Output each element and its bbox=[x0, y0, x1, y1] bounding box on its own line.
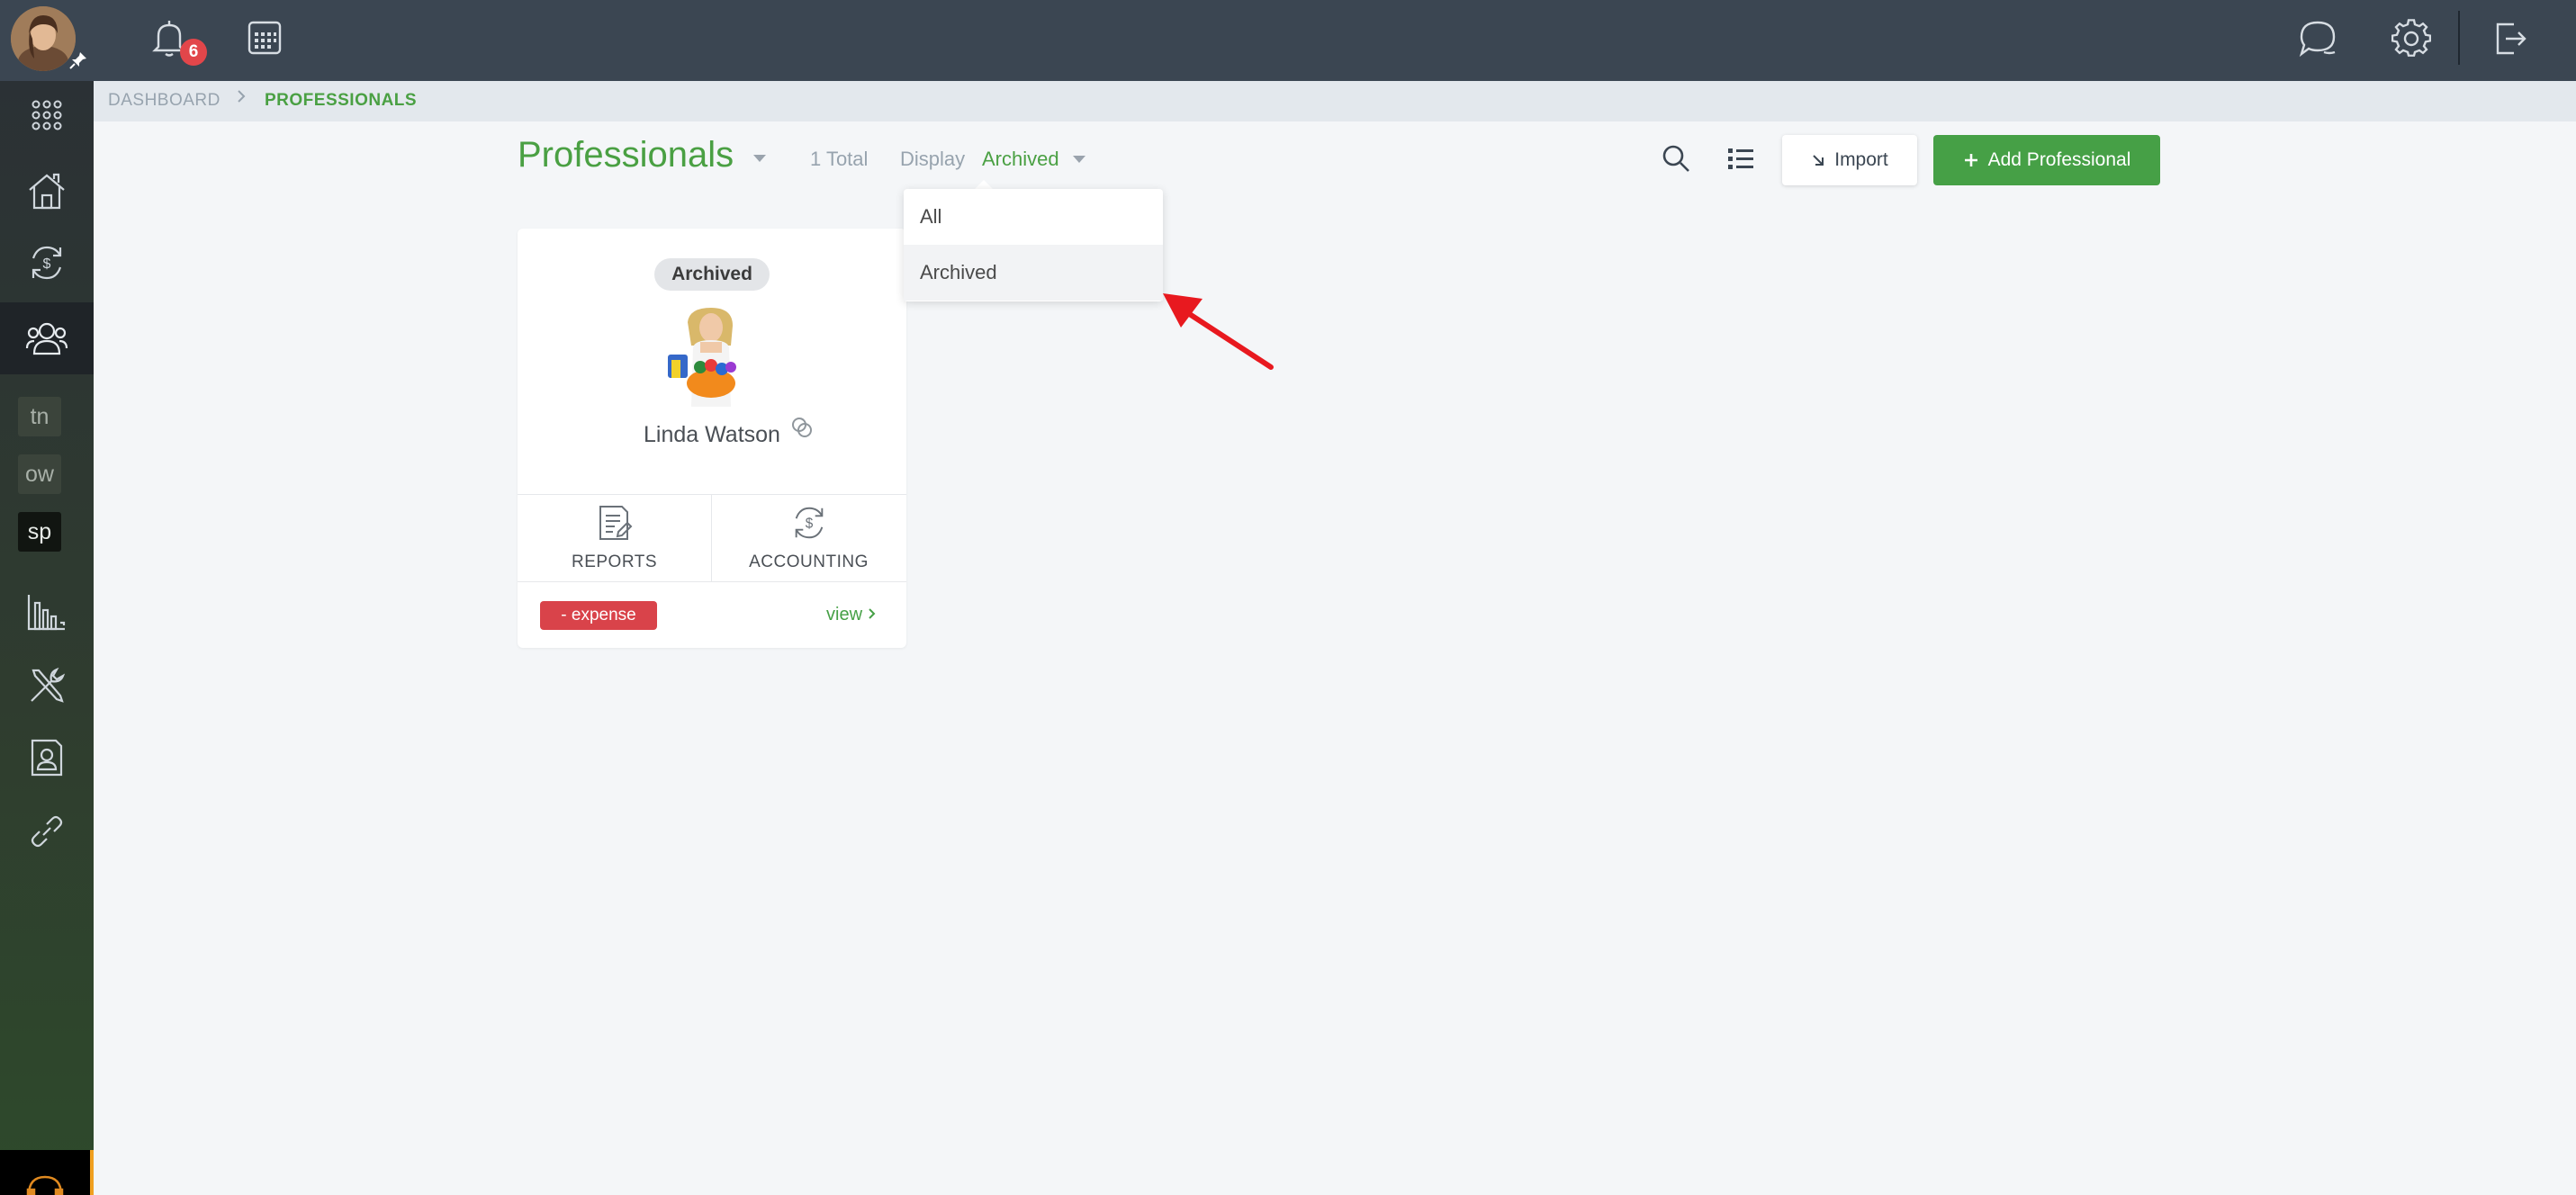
sidebar-tag-tn[interactable]: tn bbox=[18, 397, 61, 436]
calendar-icon[interactable] bbox=[245, 18, 284, 58]
status-badge: Archived bbox=[654, 258, 770, 291]
sidebar-item-contacts[interactable] bbox=[0, 722, 94, 794]
logout-icon[interactable] bbox=[2488, 16, 2533, 61]
chevron-right-icon bbox=[868, 608, 875, 619]
accounting-button[interactable]: $ ACCOUNTING bbox=[712, 494, 905, 581]
sidebar-item-apps[interactable] bbox=[0, 79, 94, 151]
user-avatar[interactable] bbox=[11, 6, 76, 71]
add-professional-label: Add Professional bbox=[1987, 149, 2131, 170]
search-icon[interactable] bbox=[1660, 142, 1692, 175]
pin-icon[interactable] bbox=[68, 50, 88, 70]
display-filter-caret[interactable] bbox=[1073, 156, 1085, 163]
money-cycle-icon: $ bbox=[32, 246, 62, 280]
link-icon bbox=[31, 815, 63, 848]
card-divider bbox=[518, 581, 906, 582]
import-arrow-icon bbox=[1813, 155, 1824, 166]
notification-badge: 6 bbox=[180, 39, 207, 66]
sidebar-item-links[interactable] bbox=[0, 795, 94, 867]
svg-text:$: $ bbox=[43, 256, 51, 272]
annotation-arrow bbox=[1163, 293, 1274, 370]
linked-account-icon[interactable] bbox=[790, 416, 814, 444]
breadcrumb-dashboard[interactable]: DASHBOARD bbox=[108, 91, 221, 111]
house-icon bbox=[29, 173, 65, 210]
expense-button[interactable]: - expense bbox=[540, 601, 657, 630]
total-count: 1 Total bbox=[810, 148, 869, 170]
sidebar-item-accounting[interactable]: $ bbox=[0, 227, 94, 299]
sidebar-item-professionals[interactable] bbox=[0, 302, 94, 374]
top-bar bbox=[0, 0, 2576, 81]
dropdown-option-all[interactable]: All bbox=[904, 189, 1163, 245]
breadcrumb bbox=[94, 81, 2576, 121]
sidebar-item-properties[interactable] bbox=[0, 155, 94, 227]
accounting-label: ACCOUNTING bbox=[749, 553, 869, 571]
contact-card-icon bbox=[31, 739, 63, 777]
page-title[interactable]: Professionals bbox=[518, 135, 734, 175]
tools-icon bbox=[31, 667, 66, 703]
bar-chart-icon bbox=[27, 595, 66, 631]
professional-avatar[interactable] bbox=[666, 306, 756, 407]
display-filter-select[interactable]: Archived bbox=[982, 148, 1059, 171]
topbar-divider bbox=[2458, 11, 2460, 65]
plus-icon bbox=[1964, 154, 1977, 166]
reports-label: REPORTS bbox=[571, 553, 657, 571]
view-link-label: view bbox=[826, 605, 863, 624]
import-button[interactable]: Import bbox=[1782, 135, 1917, 185]
import-button-label: Import bbox=[1834, 149, 1888, 170]
professional-name[interactable]: Linda Watson bbox=[518, 422, 906, 448]
title-dropdown-caret[interactable] bbox=[753, 155, 766, 162]
report-document-icon bbox=[599, 506, 632, 540]
sidebar-item-reports[interactable] bbox=[0, 576, 94, 648]
breadcrumb-professionals: PROFESSIONALS bbox=[265, 91, 418, 110]
display-label: Display bbox=[900, 148, 966, 170]
users-icon bbox=[25, 322, 68, 355]
sidebar-item-tools[interactable] bbox=[0, 650, 94, 722]
view-link[interactable]: view bbox=[826, 605, 877, 625]
money-cycle-icon: $ bbox=[795, 507, 823, 539]
svg-text:$: $ bbox=[805, 517, 813, 532]
chat-icon[interactable] bbox=[2295, 16, 2340, 61]
gear-icon[interactable] bbox=[2389, 16, 2434, 61]
sidebar-tag-ow[interactable]: ow bbox=[18, 454, 61, 494]
headset-icon bbox=[26, 1175, 64, 1195]
list-view-icon[interactable] bbox=[1725, 144, 1757, 175]
sidebar-tag-sp[interactable]: sp bbox=[18, 512, 61, 552]
add-professional-button[interactable]: Add Professional bbox=[1933, 135, 2160, 185]
support-button[interactable] bbox=[0, 1150, 90, 1195]
chevron-right-icon bbox=[238, 90, 246, 103]
user-avatar-image bbox=[11, 6, 76, 71]
dropdown-option-archived[interactable]: Archived bbox=[904, 245, 1163, 301]
display-filter-dropdown: All Archived bbox=[904, 189, 1163, 301]
support-accent bbox=[90, 1150, 94, 1195]
apps-grid-icon bbox=[32, 100, 62, 130]
breadcrumb-separator bbox=[236, 89, 247, 109]
reports-button[interactable]: REPORTS bbox=[518, 494, 711, 581]
